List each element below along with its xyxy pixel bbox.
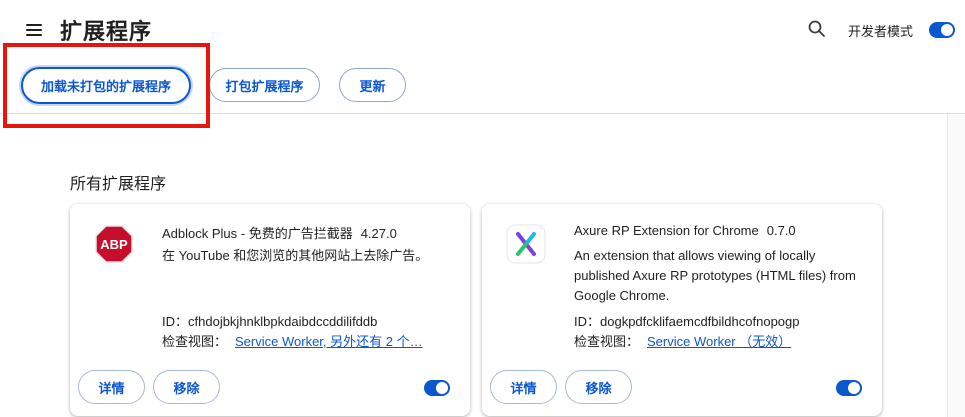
extension-name: Axure RP Extension for Chrome 0.7.0 xyxy=(574,223,796,238)
extension-card-axure: Axure RP Extension for Chrome 0.7.0 An ex… xyxy=(482,204,882,416)
axure-icon xyxy=(506,224,546,264)
hamburger-menu-icon[interactable] xyxy=(20,16,48,44)
header: 扩展程序 开发者模式 xyxy=(0,0,965,60)
details-button[interactable]: 详情 xyxy=(490,370,557,404)
section-title: 所有扩展程序 xyxy=(70,176,167,193)
inspect-views: 检查视图： Service Worker （无效） xyxy=(574,331,791,350)
extension-card-adblock-plus: ABP Adblock Plus - 免费的广告拦截器 4.27.0 在 YouT… xyxy=(70,204,470,416)
dev-mode-toggle[interactable] xyxy=(929,22,955,38)
extension-name-text: Axure RP Extension for Chrome xyxy=(574,223,759,238)
search-icon[interactable] xyxy=(806,18,828,40)
inspect-views-link[interactable]: Service Worker, 另外还有 2 个… xyxy=(235,334,423,349)
abp-icon-text: ABP xyxy=(100,237,128,252)
extension-id-label: ID： xyxy=(162,314,189,329)
extension-enable-toggle[interactable] xyxy=(424,380,450,396)
extension-version: 4.27.0 xyxy=(360,226,397,241)
details-button[interactable]: 详情 xyxy=(78,370,145,404)
pack-extension-button[interactable]: 打包扩展程序 xyxy=(209,68,320,102)
page-title: 扩展程序 xyxy=(60,19,153,44)
extension-description: An extension that allows viewing of loca… xyxy=(574,248,856,303)
extension-enable-toggle[interactable] xyxy=(836,380,862,396)
load-unpacked-button[interactable]: 加载未打包的扩展程序 xyxy=(21,67,191,104)
extension-id-value: dogkpdfcklifaemcdfbildhcofnopogp xyxy=(600,314,800,329)
inspect-views-label: 检查视图： xyxy=(574,334,640,349)
abp-icon: ABP xyxy=(94,224,134,264)
extension-id: ID：dogkpdfcklifaemcdfbildhcofnopogp xyxy=(574,311,799,330)
remove-button[interactable]: 移除 xyxy=(153,370,220,404)
extension-id-value: cfhdojbkjhnklbpkdaibdccddilifddb xyxy=(188,314,378,329)
extension-id: ID：cfhdojbkjhnklbpkdaibdccddilifddb xyxy=(162,311,377,330)
extension-version: 0.7.0 xyxy=(766,223,796,238)
remove-button[interactable]: 移除 xyxy=(565,370,632,404)
scrollbar[interactable] xyxy=(947,114,965,417)
update-button[interactable]: 更新 xyxy=(339,68,406,102)
inspect-views-link[interactable]: Service Worker （无效） xyxy=(647,334,791,349)
dev-mode-label: 开发者模式 xyxy=(848,24,914,39)
inspect-views: 检查视图： Service Worker, 另外还有 2 个… xyxy=(162,331,423,350)
extension-id-label: ID： xyxy=(574,314,601,329)
extension-description: 在 YouTube 和您浏览的其他网站上去除广告。 xyxy=(162,248,429,263)
extension-name-text: Adblock Plus - 免费的广告拦截器 xyxy=(162,226,353,241)
extension-name: Adblock Plus - 免费的广告拦截器 4.27.0 xyxy=(162,223,397,242)
inspect-views-label: 检查视图： xyxy=(162,334,228,349)
